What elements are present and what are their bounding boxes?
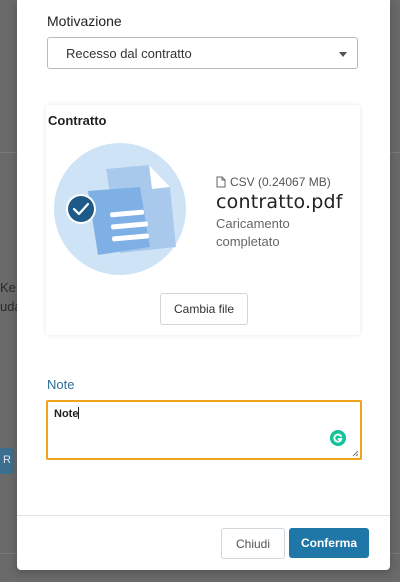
contract-label: Contratto [48,113,107,128]
motivation-label: Motivazione [47,13,122,29]
notes-label: Note [47,377,75,392]
contract-card: Contratto CSV (0.24067 MB) contratto.pdf… [46,105,360,335]
close-button[interactable]: Chiudi [221,528,285,559]
file-type-info: CSV (0.24067 MB) [230,175,331,189]
file-info: CSV (0.24067 MB) contratto.pdf Caricamen… [216,175,356,251]
notes-value: Note [54,407,80,420]
footer-divider [17,515,390,516]
resize-handle-icon[interactable] [352,450,359,457]
motivation-select[interactable]: Recesso dal contratto [47,37,358,69]
motivation-select-value: Recesso dal contratto [66,46,192,61]
notes-textarea[interactable]: Note [46,400,362,460]
chevron-down-icon [339,52,347,57]
background-text: Ke [0,280,16,295]
background-chip: R [0,448,14,474]
grammarly-icon[interactable] [330,430,346,446]
file-type-row: CSV (0.24067 MB) [216,175,356,189]
file-icon [216,176,226,188]
modal-dialog: Motivazione Recesso dal contratto Contra… [17,0,390,570]
file-name: contratto.pdf [216,191,343,213]
document-illustration-icon [54,143,186,275]
confirm-button[interactable]: Conferma [289,528,369,558]
upload-status: Caricamento completato [216,216,290,249]
change-file-button[interactable]: Cambia file [160,293,248,325]
